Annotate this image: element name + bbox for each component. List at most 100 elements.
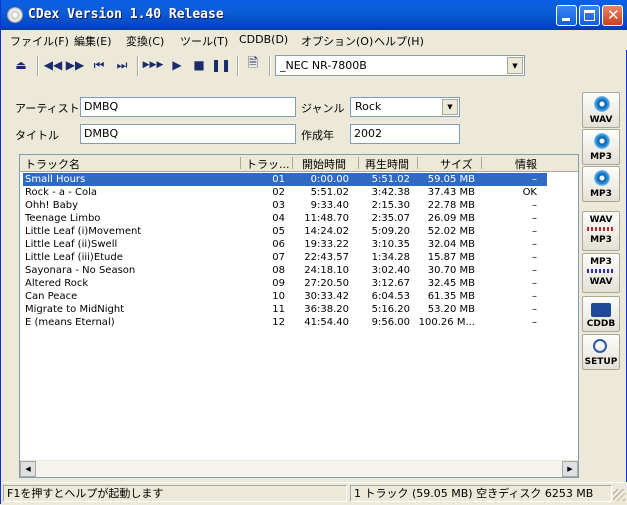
track-list[interactable]: トラック名 トラッ... 開始時間 再生時間 サイズ 情報 Small Hour… xyxy=(19,154,579,478)
track-info: – xyxy=(532,226,537,237)
column-start-time[interactable]: 開始時間 xyxy=(302,156,346,172)
artist-field[interactable]: DMBQ xyxy=(80,97,296,117)
track-row[interactable]: E (means Eternal) 12 41:54.40 9:56.00 100.26… xyxy=(23,316,547,329)
track-number: 06 xyxy=(272,239,285,250)
track-size: 53.20 MB xyxy=(427,304,475,315)
cd-to-mp3-button[interactable]: MP3 xyxy=(582,129,620,165)
track-name: Can Peace xyxy=(25,291,78,302)
drive-select[interactable]: _NEC NR-7800B ▼ xyxy=(275,55,525,76)
column-size[interactable]: サイズ xyxy=(440,156,473,172)
title-field[interactable]: DMBQ xyxy=(80,124,296,144)
track-length: 2:15.30 xyxy=(371,200,410,211)
track-number: 09 xyxy=(272,278,285,289)
properties-icon[interactable]: 🗎 xyxy=(243,55,263,75)
track-row[interactable]: Teenage Limbo 04 11:48.70 2:35.07 26.09 MB – xyxy=(23,212,547,225)
track-number: 11 xyxy=(272,304,285,315)
track-info: – xyxy=(532,291,537,302)
cd-to-mp3-alt-label: MP3 xyxy=(590,189,612,199)
column-divider[interactable] xyxy=(481,157,482,169)
track-name: Sayonara - No Season xyxy=(25,265,136,276)
menu-edit[interactable]: 編集(E) xyxy=(74,33,112,49)
status-bar: F1を押すとヘルプが起動します 1 トラック (59.05 MB) 空きディスク… xyxy=(1,482,627,505)
track-row[interactable]: Little Leaf (i)Movement 05 14:24.02 5:09.20… xyxy=(23,225,547,238)
title-label: タイトル xyxy=(15,129,59,142)
track-size: 15.87 MB xyxy=(427,252,475,263)
track-row[interactable]: Ohh! Baby 03 9:33.40 2:15.30 22.78 MB – xyxy=(23,199,547,212)
menu-bar: ファイル(F) 編集(E) 変換(C) ツール(T) CDDB(D) オプション… xyxy=(1,30,627,50)
track-start: 5:51.02 xyxy=(310,187,349,198)
eject-icon[interactable]: ⏏ xyxy=(11,55,31,75)
minimize-button[interactable] xyxy=(556,5,577,26)
column-track-no[interactable]: トラッ... xyxy=(246,156,290,172)
track-row[interactable]: Small Hours 01 0:00.00 5:51.02 59.05 MB – xyxy=(23,173,547,186)
track-size: 30.70 MB xyxy=(427,265,475,276)
track-name: Altered Rock xyxy=(25,278,89,289)
track-row[interactable]: Can Peace 10 30:33.42 6:04.53 61.35 MB – xyxy=(23,290,547,303)
track-size: 61.35 MB xyxy=(427,291,475,302)
mp3-to-wav-button[interactable]: MP3 WAV xyxy=(582,253,620,293)
track-row[interactable]: Sayonara - No Season 08 24:18.10 3:02.40 30.… xyxy=(23,264,547,277)
mp3-to-wav-label-to: WAV xyxy=(589,277,613,287)
toolbar-separator xyxy=(269,56,271,76)
cd-app-icon[interactable] xyxy=(7,7,23,23)
column-divider[interactable] xyxy=(417,157,418,169)
track-length: 3:10.35 xyxy=(371,239,410,250)
fast-forward-icon[interactable]: ▶▶ xyxy=(65,55,85,75)
menu-cddb[interactable]: CDDB(D) xyxy=(239,33,288,46)
maximize-button[interactable] xyxy=(579,5,600,26)
wav-to-mp3-button[interactable]: WAV MP3 xyxy=(582,211,620,251)
track-row[interactable]: Little Leaf (ii)Swell 06 19:33.22 3:10.35 32… xyxy=(23,238,547,251)
rewind-icon[interactable]: ◀◀ xyxy=(43,55,63,75)
previous-track-icon[interactable]: ⏮ xyxy=(89,55,109,75)
scroll-left-icon[interactable]: ◀ xyxy=(20,461,36,477)
track-size: 52.02 MB xyxy=(427,226,475,237)
play-icon[interactable]: ▶ xyxy=(167,55,187,75)
column-divider[interactable] xyxy=(358,157,359,169)
wav-to-mp3-label-to: MP3 xyxy=(590,235,612,245)
track-row[interactable]: Altered Rock 09 27:20.50 3:12.67 32.45 MB – xyxy=(23,277,547,290)
year-field[interactable]: 2002 xyxy=(350,124,460,144)
menu-convert[interactable]: 変換(C) xyxy=(126,33,164,49)
menu-help[interactable]: ヘルプ(H) xyxy=(374,33,424,49)
drive-select-value: _NEC NR-7800B xyxy=(280,59,367,72)
track-row[interactable]: Rock - a - Cola 02 5:51.02 3:42.38 37.43 MB O… xyxy=(23,186,547,199)
track-row[interactable]: Migrate to MidNight 11 36:38.20 5:16.20 53.2… xyxy=(23,303,547,316)
title-bar[interactable]: CDex Version 1.40 Release ✕ xyxy=(1,0,627,30)
track-name: E (means Eternal) xyxy=(25,317,115,328)
track-info: – xyxy=(532,174,537,185)
chevron-down-icon[interactable]: ▼ xyxy=(507,57,523,74)
horizontal-scrollbar[interactable]: ◀ ▶ xyxy=(20,460,578,477)
track-row[interactable]: Little Leaf (iii)Etude 07 22:43.57 1:34.28 1… xyxy=(23,251,547,264)
track-length: 1:34.28 xyxy=(371,252,410,263)
cddb-button[interactable]: CDDB xyxy=(582,296,620,332)
column-track-name[interactable]: トラック名 xyxy=(25,156,80,172)
genre-select[interactable]: Rock ▼ xyxy=(350,97,460,117)
cd-to-wav-button[interactable]: WAV xyxy=(582,92,620,128)
track-length: 9:56.00 xyxy=(371,317,410,328)
scroll-right-icon[interactable]: ▶ xyxy=(562,461,578,477)
skip-forward-icon[interactable]: ▶▶▶ xyxy=(143,55,164,75)
main-window: CDex Version 1.40 Release ✕ ファイル(F) 編集(E… xyxy=(0,0,627,505)
column-divider[interactable] xyxy=(240,157,241,169)
cd-to-mp3-alt-button[interactable]: MP3 xyxy=(582,166,620,202)
next-track-icon[interactable]: ⏭ xyxy=(112,55,132,75)
column-info[interactable]: 情報 xyxy=(515,156,537,172)
column-divider[interactable] xyxy=(292,157,293,169)
resize-grip-icon[interactable] xyxy=(613,489,625,501)
toolbar-separator xyxy=(237,56,239,76)
track-info: OK xyxy=(522,187,537,198)
pause-icon[interactable]: ❚❚ xyxy=(211,55,231,75)
chevron-down-icon[interactable]: ▼ xyxy=(442,99,458,115)
close-button[interactable]: ✕ xyxy=(602,5,623,26)
track-info: – xyxy=(532,317,537,328)
maximize-icon xyxy=(584,10,595,21)
track-size: 59.05 MB xyxy=(427,174,475,185)
track-name: Teenage Limbo xyxy=(25,213,101,224)
setup-button[interactable]: SETUP xyxy=(582,334,620,370)
stop-icon[interactable]: ■ xyxy=(189,55,209,75)
column-play-time[interactable]: 再生時間 xyxy=(365,156,409,172)
track-length: 2:35.07 xyxy=(371,213,410,224)
menu-tools[interactable]: ツール(T) xyxy=(180,33,228,49)
menu-options[interactable]: オプション(O) xyxy=(301,33,373,49)
menu-file[interactable]: ファイル(F) xyxy=(10,33,69,49)
